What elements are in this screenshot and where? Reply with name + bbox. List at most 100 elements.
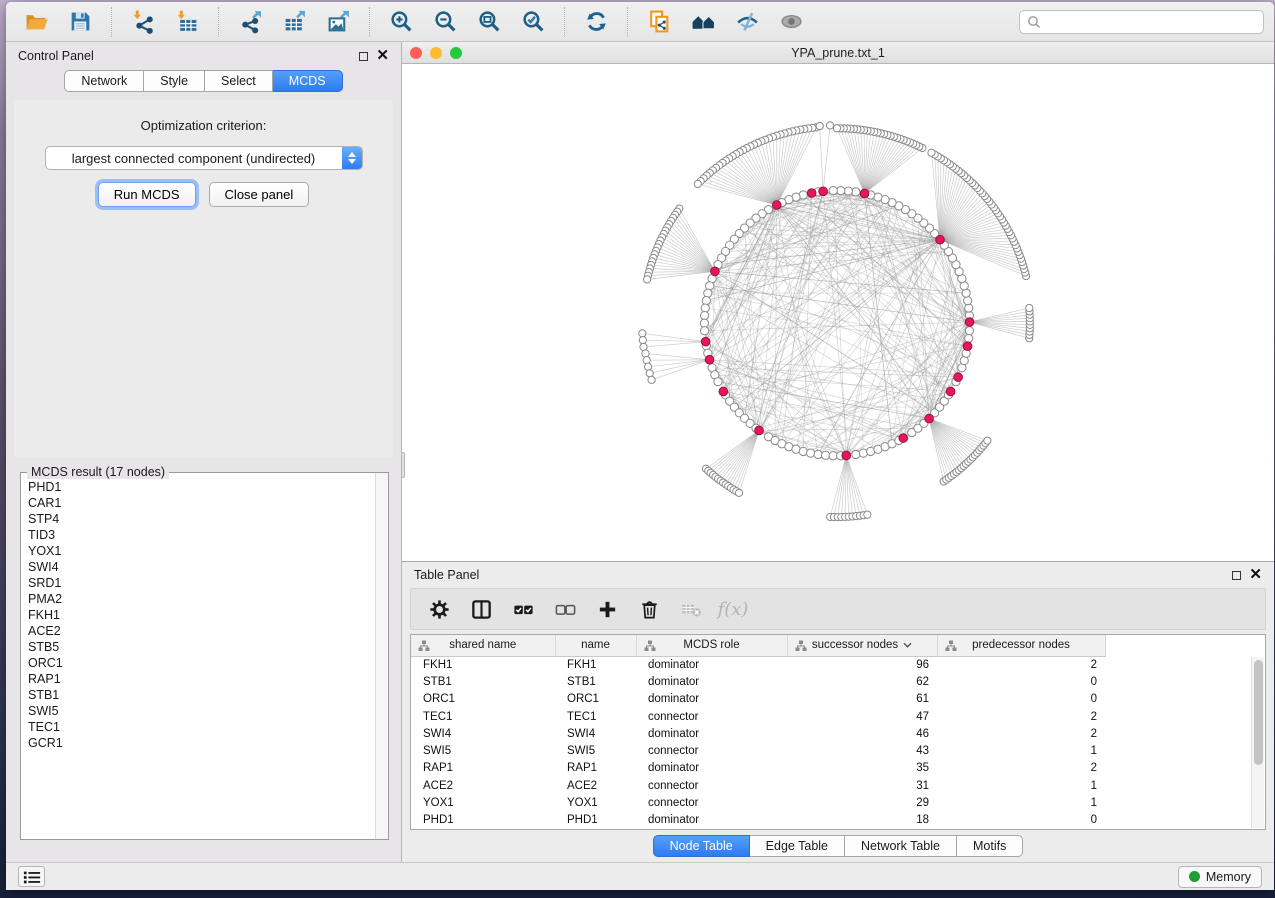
table-row[interactable]: ACE2ACE2connector311: [411, 777, 1255, 794]
import-table-button[interactable]: [167, 6, 207, 38]
table-cell[interactable]: connector: [636, 777, 787, 794]
column-successor-nodes[interactable]: successor nodes: [787, 635, 937, 656]
table-cell[interactable]: 0: [937, 812, 1105, 829]
table-cell[interactable]: dominator: [636, 691, 787, 708]
table-cell[interactable]: dominator: [636, 725, 787, 742]
table-row[interactable]: TEC1TEC1connector472: [411, 708, 1255, 725]
network-canvas[interactable]: [402, 64, 1274, 561]
table-cell[interactable]: 2: [937, 656, 1105, 673]
search-input[interactable]: [1046, 15, 1256, 29]
tab-select[interactable]: Select: [205, 70, 273, 92]
column-shared-name[interactable]: shared name: [411, 635, 555, 656]
table-cell[interactable]: STB1: [555, 673, 636, 690]
table-cell[interactable]: FKH1: [555, 656, 636, 673]
table-cell[interactable]: 29: [787, 794, 937, 811]
table-cell[interactable]: ORC1: [411, 691, 555, 708]
table-cell[interactable]: SWI4: [411, 725, 555, 742]
deselect-all-button[interactable]: [547, 592, 583, 626]
table-row[interactable]: YOX1YOX1connector291: [411, 794, 1255, 811]
table-cell[interactable]: YOX1: [411, 794, 555, 811]
table-cell[interactable]: 61: [787, 691, 937, 708]
table-cell[interactable]: RAP1: [411, 760, 555, 777]
mcds-result-item[interactable]: STB1: [28, 687, 375, 703]
column-mcds-role[interactable]: MCDS role: [636, 635, 787, 656]
mcds-result-item[interactable]: FKH1: [28, 607, 375, 623]
memory-button[interactable]: Memory: [1178, 866, 1262, 888]
table-cell[interactable]: ACE2: [411, 777, 555, 794]
table-cell[interactable]: 46: [787, 725, 937, 742]
float-table-panel-icon[interactable]: [1232, 571, 1241, 580]
tab-network-table[interactable]: Network Table: [845, 835, 957, 857]
node-table[interactable]: shared name name MCDS role: [410, 634, 1266, 830]
save-session-button[interactable]: [60, 6, 100, 38]
mcds-result-item[interactable]: SWI5: [28, 703, 375, 719]
add-button[interactable]: [589, 592, 625, 626]
table-cell[interactable]: dominator: [636, 812, 787, 829]
zoom-in-button[interactable]: [381, 6, 421, 38]
table-cell[interactable]: PHD1: [411, 812, 555, 829]
mcds-result-item[interactable]: ORC1: [28, 655, 375, 671]
zoom-out-button[interactable]: [425, 6, 465, 38]
tab-style[interactable]: Style: [144, 70, 205, 92]
table-cell[interactable]: 47: [787, 708, 937, 725]
table-cell[interactable]: 31: [787, 777, 937, 794]
table-cell[interactable]: ORC1: [555, 691, 636, 708]
table-cell[interactable]: dominator: [636, 760, 787, 777]
mcds-list-scrollbar[interactable]: [375, 473, 388, 839]
table-cell[interactable]: SWI5: [555, 742, 636, 759]
table-settings-button[interactable]: [421, 592, 457, 626]
table-row[interactable]: SWI4SWI4dominator462: [411, 725, 1255, 742]
run-mcds-button[interactable]: Run MCDS: [98, 182, 196, 207]
zoom-fit-button[interactable]: [469, 6, 509, 38]
network-window-titlebar[interactable]: YPA_prune.txt_1: [402, 42, 1274, 64]
open-session-button[interactable]: [16, 6, 56, 38]
refresh-view-button[interactable]: [576, 6, 616, 38]
task-history-button[interactable]: [18, 866, 45, 887]
table-cell[interactable]: 18: [787, 812, 937, 829]
mcds-result-item[interactable]: STP4: [28, 511, 375, 527]
criterion-select[interactable]: largest connected component (undirected): [45, 146, 363, 170]
column-selector-button[interactable]: [463, 592, 499, 626]
table-cell[interactable]: SWI4: [555, 725, 636, 742]
table-row[interactable]: RAP1RAP1dominator352: [411, 760, 1255, 777]
close-table-panel-icon[interactable]: ✕: [1249, 570, 1262, 580]
export-table-button[interactable]: [274, 6, 314, 38]
import-network-button[interactable]: [123, 6, 163, 38]
mcds-result-list[interactable]: PHD1CAR1STP4TID3YOX1SWI4SRD1PMA2FKH1ACE2…: [21, 473, 375, 839]
table-row[interactable]: PHD1PHD1dominator180: [411, 812, 1255, 829]
table-cell[interactable]: RAP1: [555, 760, 636, 777]
mcds-result-item[interactable]: RAP1: [28, 671, 375, 687]
table-header-row[interactable]: shared name name MCDS role: [411, 635, 1255, 656]
table-scrollbar[interactable]: [1251, 657, 1264, 828]
tab-network[interactable]: Network: [64, 70, 144, 92]
table-cell[interactable]: dominator: [636, 673, 787, 690]
mcds-result-item[interactable]: STB5: [28, 639, 375, 655]
mcds-result-item[interactable]: SWI4: [28, 559, 375, 575]
table-cell[interactable]: connector: [636, 742, 787, 759]
mcds-result-item[interactable]: CAR1: [28, 495, 375, 511]
mcds-result-item[interactable]: ACE2: [28, 623, 375, 639]
table-row[interactable]: FKH1FKH1dominator962: [411, 656, 1255, 673]
table-cell[interactable]: STB1: [411, 673, 555, 690]
table-cell[interactable]: 1: [937, 794, 1105, 811]
table-cell[interactable]: TEC1: [555, 708, 636, 725]
zoom-selected-button[interactable]: [513, 6, 553, 38]
table-cell[interactable]: 35: [787, 760, 937, 777]
table-cell[interactable]: 2: [937, 760, 1105, 777]
table-cell[interactable]: 1: [937, 742, 1105, 759]
float-panel-icon[interactable]: [359, 52, 368, 61]
table-row[interactable]: STB1STB1dominator620: [411, 673, 1255, 690]
mcds-result-item[interactable]: TID3: [28, 527, 375, 543]
tab-mcds[interactable]: MCDS: [273, 70, 343, 92]
table-row[interactable]: SWI5SWI5connector431: [411, 742, 1255, 759]
table-cell[interactable]: ACE2: [555, 777, 636, 794]
table-cell[interactable]: 43: [787, 742, 937, 759]
table-cell[interactable]: TEC1: [411, 708, 555, 725]
table-cell[interactable]: connector: [636, 708, 787, 725]
select-all-button[interactable]: [505, 592, 541, 626]
close-panel-icon[interactable]: ✕: [376, 51, 389, 61]
mcds-result-item[interactable]: TEC1: [28, 719, 375, 735]
column-name[interactable]: name: [555, 635, 636, 656]
table-row[interactable]: ORC1ORC1dominator610: [411, 691, 1255, 708]
table-cell[interactable]: 62: [787, 673, 937, 690]
